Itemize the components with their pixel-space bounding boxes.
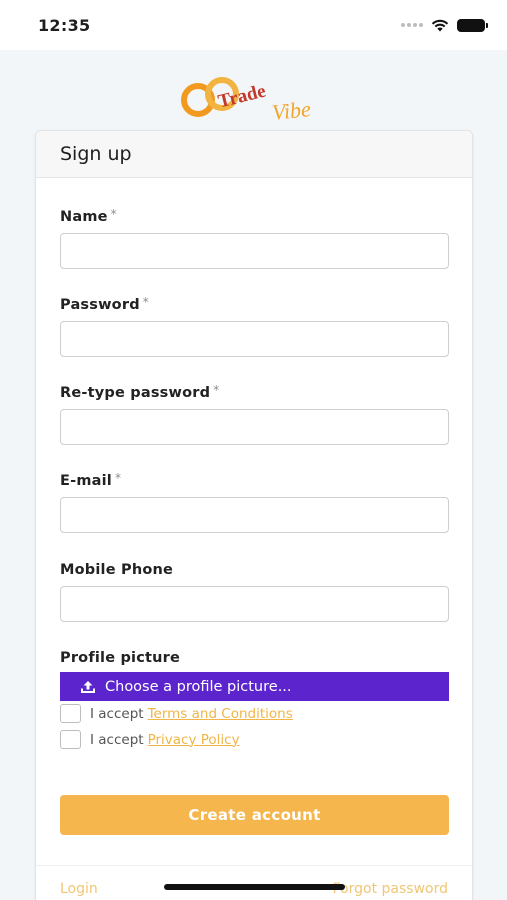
logo-text-vibe: Vibe <box>270 96 312 125</box>
retype-password-input[interactable] <box>60 409 449 445</box>
terms-row: I accept Terms and Conditions <box>60 704 293 723</box>
mobile-phone-input[interactable] <box>60 586 449 622</box>
forgot-password-link[interactable]: Forgot password <box>333 881 449 897</box>
choose-profile-picture-button[interactable]: Choose a profile picture... <box>60 672 449 701</box>
battery-icon <box>457 18 488 32</box>
email-input[interactable] <box>60 497 449 533</box>
choose-profile-picture-label: Choose a profile picture... <box>105 678 292 695</box>
privacy-link[interactable]: Privacy Policy <box>148 732 240 748</box>
password-input[interactable] <box>60 321 449 357</box>
signup-card: Sign up Name * Password * Re-type password… <box>35 130 473 900</box>
status-time: 12:35 <box>38 15 91 35</box>
password-label: Password * <box>60 295 149 313</box>
card-footer-divider <box>36 865 472 866</box>
page-title: Sign up <box>60 143 132 165</box>
signal-icon <box>401 23 423 27</box>
create-account-button[interactable]: Create account <box>60 795 449 835</box>
name-input[interactable] <box>60 233 449 269</box>
retype-password-label: Re-type password * <box>60 383 220 401</box>
privacy-prefix: I accept <box>90 731 144 748</box>
login-link[interactable]: Login <box>60 881 98 897</box>
name-label: Name * <box>60 207 117 225</box>
terms-checkbox[interactable] <box>60 704 81 723</box>
upload-icon <box>81 680 95 693</box>
status-icons <box>401 18 488 32</box>
home-indicator <box>164 884 345 890</box>
privacy-checkbox[interactable] <box>60 730 81 749</box>
wifi-icon <box>431 19 449 31</box>
status-bar: 12:35 <box>0 0 507 50</box>
tradevibe-logo: Trade Vibe <box>180 74 330 132</box>
profile-picture-label: Profile picture <box>60 650 181 666</box>
privacy-row: I accept Privacy Policy <box>60 730 240 749</box>
terms-link[interactable]: Terms and Conditions <box>148 706 293 722</box>
email-label: E-mail * <box>60 471 122 489</box>
terms-prefix: I accept <box>90 705 144 722</box>
card-header: Sign up <box>36 131 472 178</box>
mobile-phone-label: Mobile Phone <box>60 562 174 578</box>
